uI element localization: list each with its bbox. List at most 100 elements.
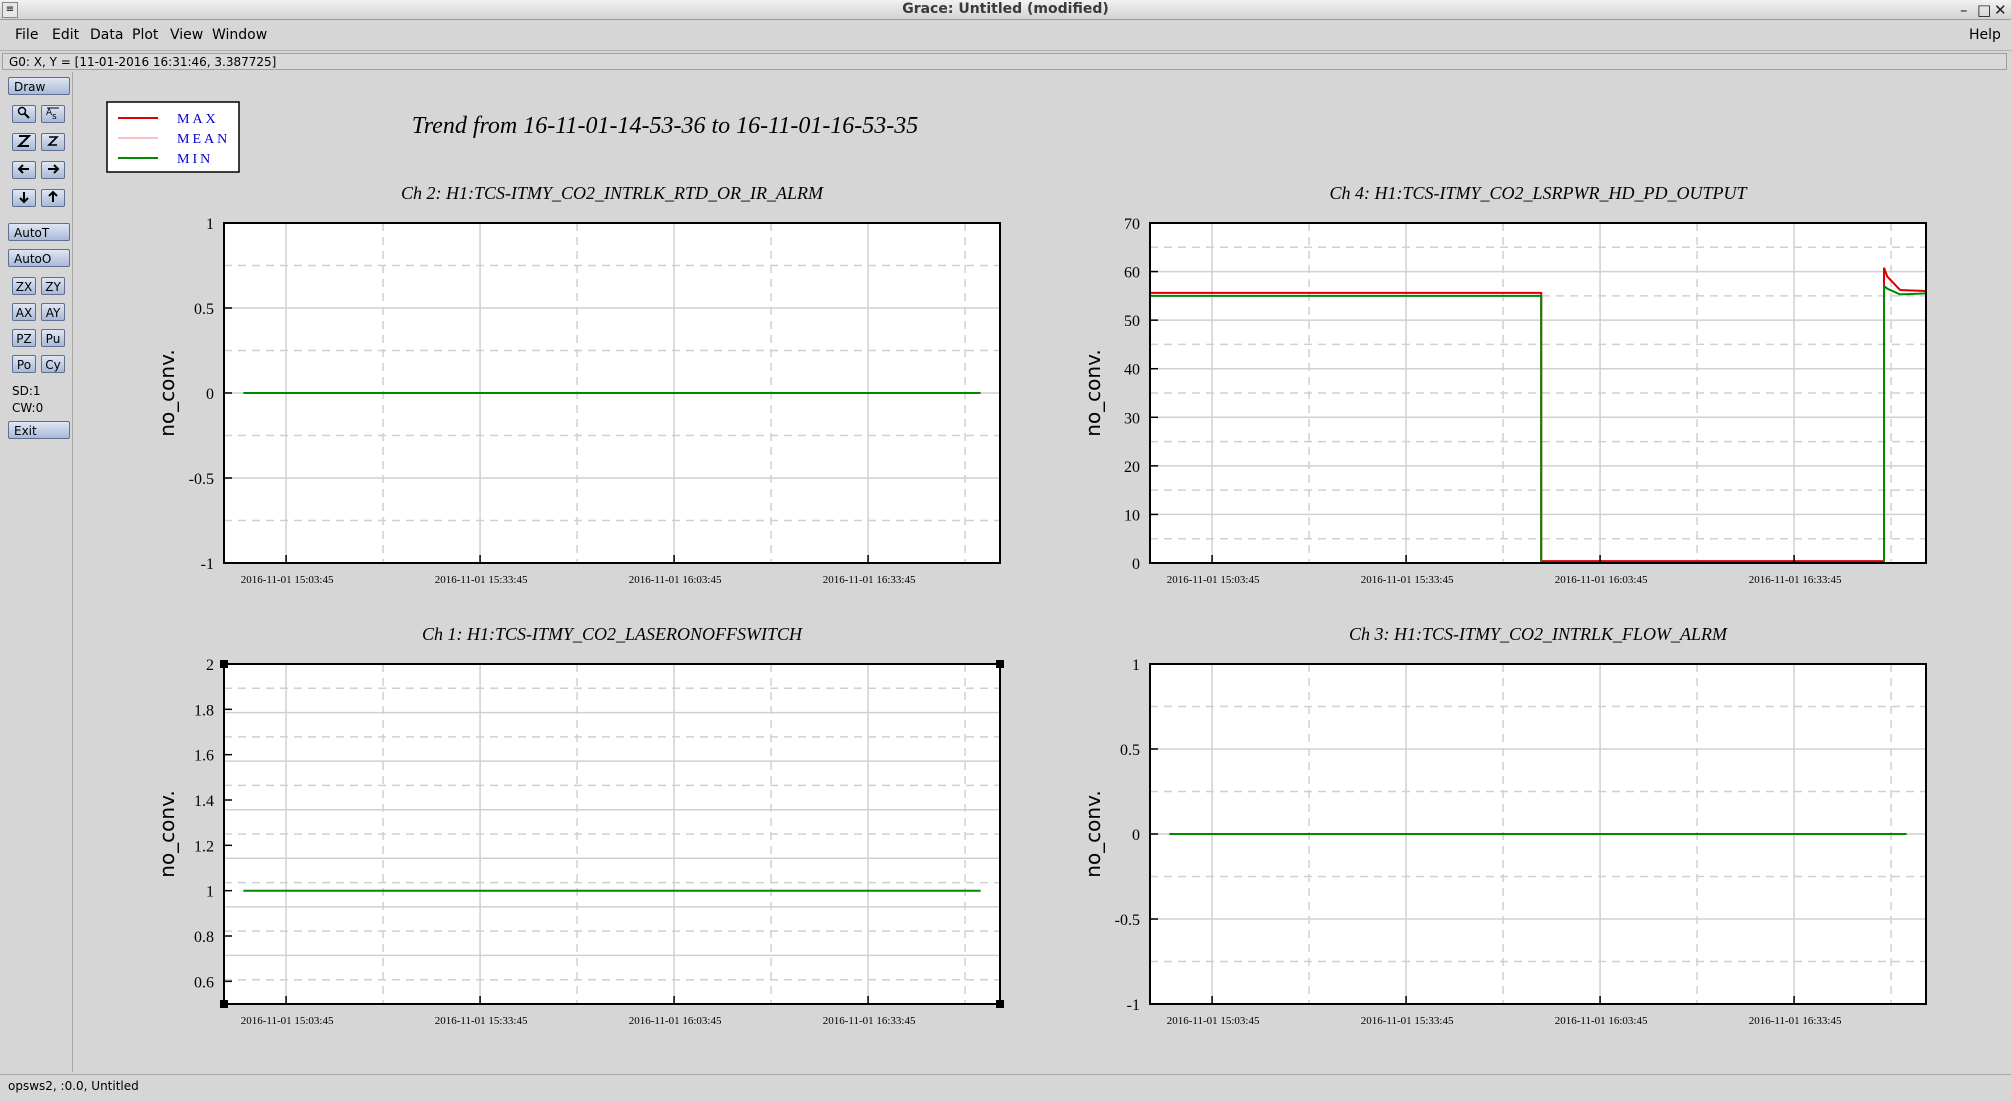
figure-title: Trend from 16-11-01-14-53-36 to 16-11-01… [412, 113, 919, 139]
y-tick-label: 0.6 [194, 974, 214, 991]
x-tick-label: 2016-11-01 16:33:45 [823, 1015, 916, 1027]
y-tick-label: 1.6 [194, 748, 214, 765]
panel-title: Ch 4: H1:TCS-ITMY_CO2_LSRPWR_HD_PD_OUTPU… [1329, 183, 1748, 203]
y-axis-label: no_conv. [1081, 790, 1105, 877]
chart-panel: 70 60 50 40 30 20 10 0 2016-11-01 15:03:45 2016-1… [1081, 183, 1927, 586]
y-tick-label: 0 [1132, 556, 1140, 573]
menu-help[interactable]: Help [1969, 27, 2001, 43]
y-tick-label: 1 [206, 884, 214, 901]
x-tick-label: 2016-11-01 16:33:45 [823, 574, 916, 586]
y-tick-label: 1 [206, 216, 214, 233]
autoscale-text-icon[interactable]: As [41, 105, 65, 123]
x-tick-label: 2016-11-01 16:33:45 [1749, 1015, 1842, 1027]
panel-title: Ch 3: H1:TCS-ITMY_CO2_INTRLK_FLOW_ALRM [1349, 624, 1728, 644]
locator-readout: G0: X, Y = [11-01-2016 16:31:46, 3.38772… [2, 53, 2007, 70]
zoom-x-icon[interactable] [12, 133, 36, 151]
menu-data[interactable]: Data [90, 27, 123, 43]
pz-button[interactable]: PZ [12, 329, 36, 347]
menu-edit[interactable]: Edit [52, 27, 79, 43]
svg-text:s: s [52, 112, 57, 120]
y-tick-label: 40 [1124, 362, 1140, 379]
y-tick-label: 1.4 [194, 793, 214, 810]
zoom-y-icon[interactable] [41, 133, 65, 151]
selection-handle [996, 660, 1004, 668]
selection-handle [220, 1000, 228, 1008]
arrow-left-icon[interactable] [12, 161, 36, 179]
y-axis-label: no_conv. [155, 790, 179, 877]
autoo-button[interactable]: AutoO [8, 249, 70, 267]
y-tick-label: 1 [1132, 657, 1140, 674]
panel-title: Ch 2: H1:TCS-ITMY_CO2_INTRLK_RTD_OR_IR_A… [401, 183, 824, 203]
draw-button[interactable]: Draw [8, 77, 70, 95]
selection-handle [996, 1000, 1004, 1008]
legend-label: MIN [177, 152, 213, 167]
maximize-icon[interactable]: □ [1977, 1, 1991, 19]
arrow-right-icon[interactable] [41, 161, 65, 179]
arrow-down-icon[interactable] [12, 189, 36, 207]
y-tick-label: -1 [201, 556, 214, 573]
x-tick-label: 2016-11-01 15:33:45 [1361, 1015, 1454, 1027]
ay-button[interactable]: AY [41, 303, 65, 321]
window-titlebar: ≡ Grace: Untitled (modified) – □ ✕ [0, 0, 2011, 20]
tool-panel: Draw As AutoT AutoO ZX ZY AX AY PZ Pu Po… [2, 72, 73, 1072]
current-world-label: CW:0 [12, 401, 44, 415]
x-tick-label: 2016-11-01 16:03:45 [1555, 1015, 1648, 1027]
y-tick-label: -0.5 [189, 471, 214, 488]
legend-label: MAX [177, 112, 219, 127]
x-tick-label: 2016-11-01 15:03:45 [1167, 574, 1260, 586]
pu-button[interactable]: Pu [41, 329, 65, 347]
close-icon[interactable]: ✕ [1994, 1, 2007, 19]
footer-status: opsws2, :0.0, Untitled [8, 1079, 139, 1093]
y-tick-label: 0.5 [1120, 742, 1140, 759]
arrow-up-icon[interactable] [41, 189, 65, 207]
x-tick-label: 2016-11-01 15:33:45 [435, 1015, 528, 1027]
set-selected-label: SD:1 [12, 384, 41, 398]
y-axis-label: no_conv. [1081, 349, 1105, 436]
chart-panel: 2 1.8 1.6 1.4 1.2 1 0.8 0.6 2016-11-01 15:03:45 2… [155, 624, 1004, 1027]
y-tick-label: 0.8 [194, 929, 214, 946]
exit-button[interactable]: Exit [8, 421, 70, 439]
y-tick-label: 60 [1124, 265, 1140, 282]
y-tick-label: 0 [206, 386, 214, 403]
x-tick-label: 2016-11-01 16:03:45 [629, 1015, 722, 1027]
menu-plot[interactable]: Plot [132, 27, 158, 43]
zy-button[interactable]: ZY [41, 277, 65, 295]
y-tick-label: 70 [1124, 216, 1140, 233]
y-tick-label: 30 [1124, 410, 1140, 427]
x-tick-label: 2016-11-01 15:33:45 [1361, 574, 1454, 586]
x-tick-label: 2016-11-01 16:03:45 [629, 574, 722, 586]
x-tick-label: 2016-11-01 15:03:45 [1167, 1015, 1260, 1027]
chart-svg: Trend from 16-11-01-14-53-36 to 16-11-01… [106, 101, 1927, 1027]
y-tick-label: -1 [1127, 997, 1140, 1014]
zx-button[interactable]: ZX [12, 277, 36, 295]
y-tick-label: 1.2 [194, 838, 214, 855]
y-tick-label: 20 [1124, 459, 1140, 476]
ax-button[interactable]: AX [12, 303, 36, 321]
y-tick-label: 0 [1132, 827, 1140, 844]
legend: MAX MEAN MIN [106, 101, 240, 173]
x-tick-label: 2016-11-01 15:33:45 [435, 574, 528, 586]
y-tick-label: 0.5 [194, 301, 214, 318]
footer-bar: opsws2, :0.0, Untitled [0, 1074, 2011, 1102]
panel-title: Ch 1: H1:TCS-ITMY_CO2_LASERONOFFSWITCH [422, 624, 803, 644]
x-tick-label: 2016-11-01 16:33:45 [1749, 574, 1842, 586]
legend-label: MEAN [177, 132, 230, 147]
y-tick-label: -0.5 [1115, 912, 1140, 929]
menu-window[interactable]: Window [212, 27, 267, 43]
menu-view[interactable]: View [170, 27, 203, 43]
x-tick-label: 2016-11-01 15:03:45 [241, 574, 334, 586]
y-tick-label: 10 [1124, 507, 1140, 524]
chart-panel: 1 0.5 0 -0.5 -1 2016-11-01 15:03:45 2016-11-01… [155, 183, 1001, 586]
po-button[interactable]: Po [12, 355, 36, 373]
y-tick-label: 50 [1124, 313, 1140, 330]
y-tick-label: 2 [206, 657, 214, 674]
zoom-icon[interactable] [12, 105, 36, 123]
plot-canvas[interactable]: Trend from 16-11-01-14-53-36 to 16-11-01… [74, 72, 2011, 1074]
x-tick-label: 2016-11-01 15:03:45 [241, 1015, 334, 1027]
y-axis-label: no_conv. [155, 349, 179, 436]
minimize-icon[interactable]: – [1960, 1, 1968, 19]
autot-button[interactable]: AutoT [8, 223, 70, 241]
menu-file[interactable]: File [15, 27, 38, 43]
cy-button[interactable]: Cy [41, 355, 65, 373]
y-tick-label: 1.8 [194, 702, 214, 719]
